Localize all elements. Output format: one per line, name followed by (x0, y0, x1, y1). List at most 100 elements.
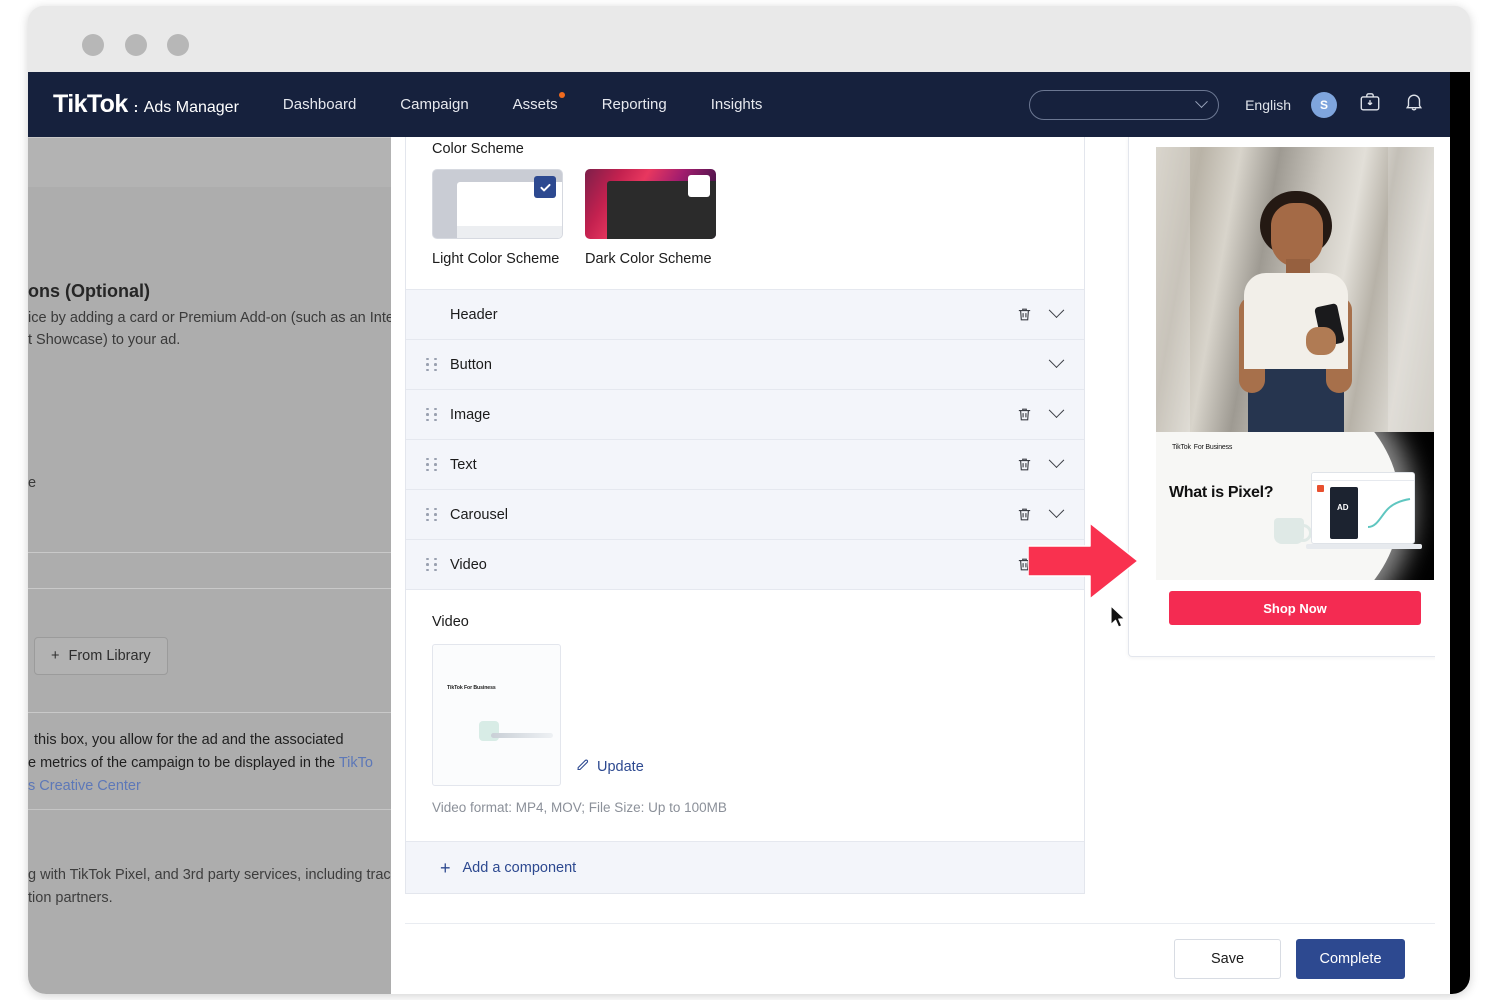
video-thumbnail[interactable]: TikTok For Business (432, 644, 561, 786)
add-component-label: Add a component (463, 860, 577, 876)
dim-divider-3 (28, 712, 391, 713)
video-format-hint: Video format: MP4, MOV; File Size: Up to… (432, 800, 1058, 815)
color-scheme-option-light[interactable]: Light Color Scheme (432, 169, 563, 271)
photo-pillar-left (1156, 147, 1190, 432)
avatar[interactable]: S (1311, 92, 1337, 118)
tiktok-creative-center-link-part2[interactable]: s Creative Center (28, 775, 141, 798)
window-minimize-button[interactable] (125, 34, 147, 56)
dim-divider-4 (28, 809, 391, 810)
save-button[interactable]: Save (1174, 939, 1281, 979)
trash-icon[interactable] (1016, 306, 1033, 323)
laptop-toolbar (1312, 473, 1414, 481)
photo-pillar-right (1388, 147, 1434, 432)
color-scheme-options: Light Color Scheme Dark Color Scheme (432, 169, 1084, 271)
tiktok-for-business-logo: TikTokFor Business (1169, 442, 1232, 451)
video-thumb-art-circle (479, 721, 499, 741)
row-actions (1051, 359, 1084, 370)
account-select-dropdown[interactable] (1029, 90, 1219, 120)
dim-divider-2 (28, 588, 391, 589)
component-label: Button (450, 357, 492, 373)
trash-icon[interactable] (1016, 406, 1033, 423)
drag-handle-icon[interactable] (426, 407, 438, 423)
ad-banner-image: TikTokFor Business What is Pixel? AD (1156, 432, 1434, 580)
component-row-text[interactable]: Text (406, 439, 1084, 489)
component-row-carousel[interactable]: Carousel (406, 489, 1084, 539)
window-maximize-button[interactable] (167, 34, 189, 56)
color-scheme-label: Color Scheme (432, 137, 1084, 157)
dim-section-heading: ons (Optional) (28, 281, 150, 302)
dim-consent-line2-text: e metrics of the campaign to be displaye… (28, 755, 339, 771)
drag-handle-icon[interactable] (426, 557, 438, 573)
drag-handle-icon[interactable] (426, 357, 438, 373)
color-scheme-option-dark[interactable]: Dark Color Scheme (585, 169, 716, 271)
browser-titlebar (28, 6, 1470, 72)
banner-headline: What is Pixel? (1169, 484, 1273, 502)
trash-icon[interactable] (1016, 456, 1033, 473)
nav-item-campaign[interactable]: Campaign (400, 92, 468, 117)
banner-laptop-base (1306, 544, 1422, 549)
video-upload-row: TikTok For Business Update (432, 644, 1058, 786)
nav-item-insights[interactable]: Insights (711, 92, 763, 117)
component-label: Image (450, 407, 490, 423)
trash-icon[interactable] (1016, 556, 1033, 573)
top-navigation-bar: TikTok: Ads Manager Dashboard Campaign A… (28, 72, 1450, 137)
component-row-header[interactable]: Header (406, 289, 1084, 339)
complete-button[interactable]: Complete (1296, 939, 1405, 979)
trash-icon[interactable] (1016, 506, 1033, 523)
dim-card-top (28, 137, 391, 187)
dimmed-background-panel: ons (Optional) ice by adding a card or P… (28, 137, 391, 994)
photo-person-face (1271, 203, 1323, 267)
video-component-panel: Video TikTok For Business (406, 589, 1084, 841)
bell-icon[interactable] (1403, 91, 1425, 118)
drag-handle-icon[interactable] (426, 507, 438, 523)
color-scheme-section: Color Scheme Light (406, 137, 1084, 289)
pencil-icon (575, 757, 590, 776)
video-thumb-art-bar (491, 733, 553, 738)
window-close-button[interactable] (82, 34, 104, 56)
laptop-phone-mock: AD (1330, 487, 1358, 539)
chevron-down-icon[interactable] (1049, 352, 1065, 368)
briefcase-inbox-icon[interactable] (1359, 91, 1381, 118)
light-scheme-checkbox[interactable] (534, 176, 556, 198)
dim-divider-1 (28, 552, 391, 553)
brand-name: TikTok (53, 90, 128, 119)
chevron-up-icon[interactable] (1049, 561, 1065, 577)
chevron-down-icon[interactable] (1049, 402, 1065, 418)
banner-laptop-illustration: AD (1311, 472, 1415, 544)
modal-scroll-area[interactable]: Color Scheme Light (405, 137, 1435, 922)
from-library-button[interactable]: + From Library (34, 637, 168, 675)
chevron-down-icon (1195, 95, 1208, 108)
chevron-down-icon[interactable] (1049, 452, 1065, 468)
brand-mark: : (134, 99, 138, 115)
shop-now-cta-button[interactable]: Shop Now (1169, 591, 1421, 625)
component-label: Video (450, 557, 487, 573)
nav-item-dashboard[interactable]: Dashboard (283, 92, 356, 117)
tiktok-creative-center-link-part1[interactable]: TikTo (339, 755, 373, 771)
ad-preview: TikTokFor Business What is Pixel? AD (1156, 147, 1434, 634)
nav-item-reporting[interactable]: Reporting (602, 92, 667, 117)
laptop-line-chart-icon (1366, 493, 1412, 533)
chevron-down-icon[interactable] (1049, 502, 1065, 518)
ad-hero-photo (1156, 147, 1434, 432)
component-row-video[interactable]: Video (406, 539, 1084, 589)
dim-footer-line2: tion partners. (28, 887, 113, 910)
dark-scheme-checkbox[interactable] (688, 175, 710, 197)
component-builder-panel: Color Scheme Light (405, 137, 1085, 894)
page-viewport: TikTok: Ads Manager Dashboard Campaign A… (28, 72, 1450, 994)
component-label: Text (450, 457, 477, 473)
add-component-button[interactable]: + Add a component (406, 841, 1084, 893)
drag-handle-icon[interactable] (426, 457, 438, 473)
component-row-button[interactable]: Button (406, 339, 1084, 389)
nav-item-assets[interactable]: Assets (513, 92, 558, 117)
update-video-label: Update (597, 759, 644, 775)
dim-section-desc-line2: t Showcase) to your ad. (28, 329, 180, 352)
language-selector[interactable]: English (1245, 97, 1291, 113)
update-video-button[interactable]: Update (575, 757, 644, 776)
chevron-down-icon[interactable] (1049, 302, 1065, 318)
component-row-image[interactable]: Image (406, 389, 1084, 439)
tiktok-ads-manager-logo[interactable]: TikTok: Ads Manager (53, 90, 239, 119)
row-actions (1016, 406, 1084, 423)
dim-footer-line1: g with TikTok Pixel, and 3rd party servi… (28, 864, 391, 887)
from-library-label: From Library (68, 648, 150, 664)
nav-item-assets-label: Assets (513, 96, 558, 113)
